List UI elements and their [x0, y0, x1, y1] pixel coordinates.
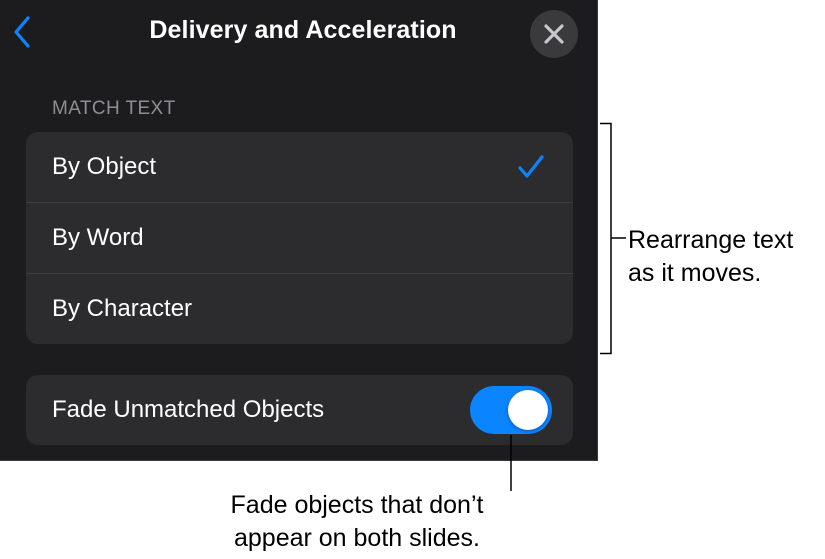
delivery-acceleration-panel: Delivery and Acceleration MATCH TEXT By … — [0, 0, 598, 461]
panel-title: Delivery and Acceleration — [149, 16, 457, 44]
option-by-word[interactable]: By Word — [26, 202, 573, 273]
fade-unmatched-row: Fade Unmatched Objects — [26, 375, 573, 445]
option-by-character[interactable]: By Character — [26, 273, 573, 344]
match-text-options: By Object By Word By Character — [26, 132, 573, 344]
callout-line-2: appear on both slides. — [233, 524, 480, 552]
fade-unmatched-toggle[interactable] — [470, 386, 552, 434]
callout-line-2: as it moves. — [628, 259, 762, 287]
figure: Delivery and Acceleration MATCH TEXT By … — [0, 0, 825, 559]
option-label: By Object — [52, 153, 157, 180]
callout-line-1: Fade objects that don’t — [230, 491, 484, 519]
match-text-section-header: MATCH TEXT — [52, 98, 176, 119]
checkmark-icon — [517, 154, 545, 185]
toggle-knob — [508, 390, 548, 430]
option-label: By Word — [52, 224, 144, 251]
option-by-object[interactable]: By Object — [26, 132, 573, 202]
callout-bracket — [600, 122, 626, 355]
fade-callout-leader — [510, 435, 512, 491]
match-text-callout: Rearrange text as it moves. — [628, 224, 793, 290]
callout-line-1: Rearrange text — [628, 226, 794, 254]
fade-unmatched-label: Fade Unmatched Objects — [52, 396, 325, 423]
close-icon — [544, 24, 564, 44]
chevron-left-icon — [14, 16, 30, 48]
close-button[interactable] — [530, 10, 578, 58]
option-label: By Character — [52, 295, 193, 322]
fade-callout: Fade objects that don’t appear on both s… — [196, 489, 518, 555]
back-button[interactable] — [8, 14, 40, 50]
